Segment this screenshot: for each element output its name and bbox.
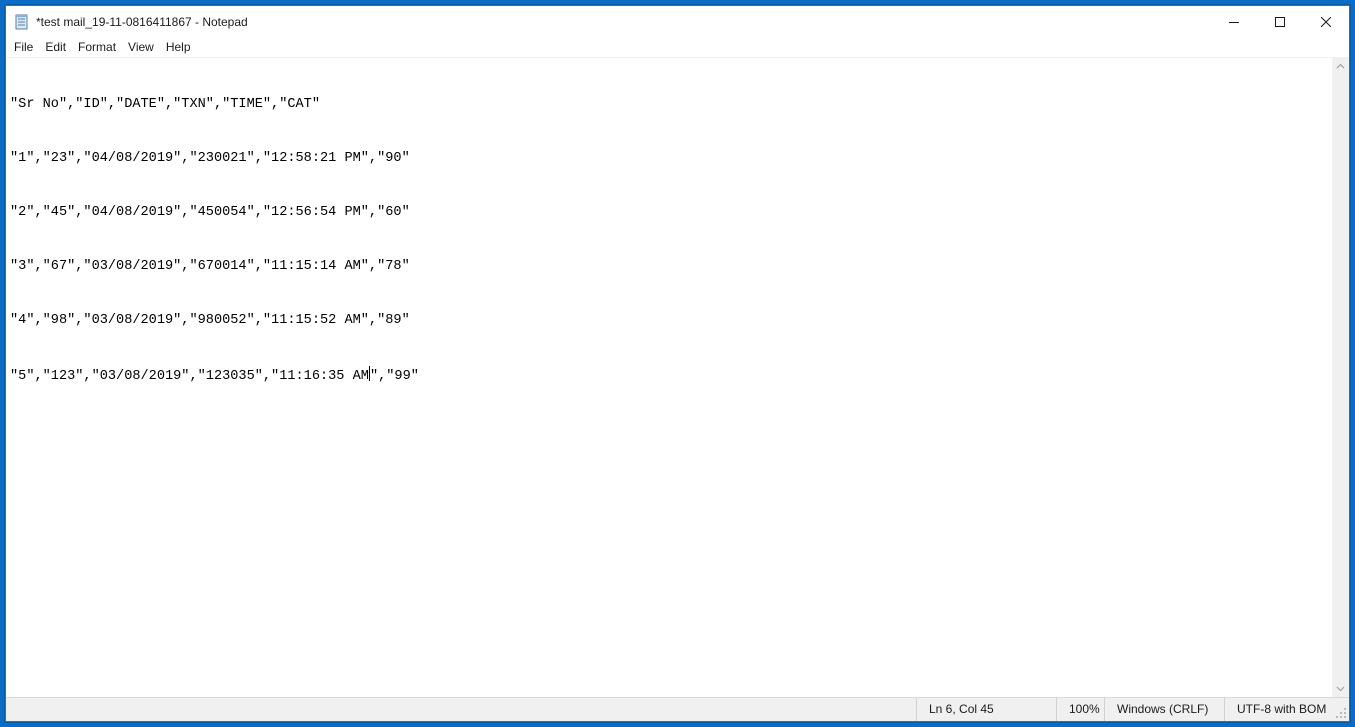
scroll-up-button[interactable]	[1332, 57, 1349, 74]
zoom-level: 100%	[1056, 698, 1100, 721]
editor-line: "Sr No","ID","DATE","TXN","TIME","CAT"	[10, 97, 320, 112]
editor-line: "3","67","03/08/2019","670014","11:15:14…	[10, 259, 410, 274]
resize-grip-icon[interactable]	[1335, 707, 1347, 719]
menu-view[interactable]: View	[122, 37, 160, 57]
editor-line: "1","23","04/08/2019","230021","12:58:21…	[10, 151, 410, 166]
encoding: UTF-8 with BOM	[1224, 698, 1326, 721]
menu-format[interactable]: Format	[72, 37, 122, 57]
text-after-caret: ","99"	[369, 369, 419, 384]
line-ending: Windows (CRLF)	[1104, 698, 1208, 721]
maximize-button[interactable]	[1257, 6, 1303, 37]
menu-file[interactable]: File	[8, 37, 39, 57]
scroll-down-button[interactable]	[1332, 680, 1349, 697]
minimize-icon	[1229, 21, 1239, 23]
window-controls	[1211, 6, 1349, 37]
text-editor[interactable]: "Sr No","ID","DATE","TXN","TIME","CAT" "…	[6, 57, 1332, 697]
window-title: *test mail_19-11-0816411867 - Notepad	[36, 14, 248, 29]
close-icon	[1321, 16, 1331, 27]
menu-help[interactable]: Help	[160, 37, 197, 57]
minimize-button[interactable]	[1211, 6, 1257, 37]
editor-line: "2","45","04/08/2019","450054","12:56:54…	[10, 205, 410, 220]
title-bar[interactable]: *test mail_19-11-0816411867 - Notepad	[6, 6, 1349, 37]
notepad-icon[interactable]	[14, 14, 30, 30]
status-bar: Ln 6, Col 45 100% Windows (CRLF) UTF-8 w…	[6, 697, 1349, 721]
vertical-scrollbar[interactable]	[1332, 57, 1349, 697]
text-before-caret: "5","123","03/08/2019","123035","11:16:3…	[10, 369, 369, 384]
editor-line-current: "5","123","03/08/2019","123035","11:16:3…	[10, 366, 1332, 384]
notepad-window: *test mail_19-11-0816411867 - Notepad Fi…	[5, 5, 1350, 722]
close-button[interactable]	[1303, 6, 1349, 37]
menu-edit[interactable]: Edit	[39, 37, 72, 57]
cursor-position: Ln 6, Col 45	[916, 698, 994, 721]
menu-bar: File Edit Format View Help	[6, 37, 1349, 57]
editor-line: "4","98","03/08/2019","980052","11:15:52…	[10, 313, 410, 328]
chevron-down-icon	[1336, 686, 1345, 691]
chevron-up-icon	[1336, 63, 1345, 68]
maximize-icon	[1275, 16, 1285, 27]
